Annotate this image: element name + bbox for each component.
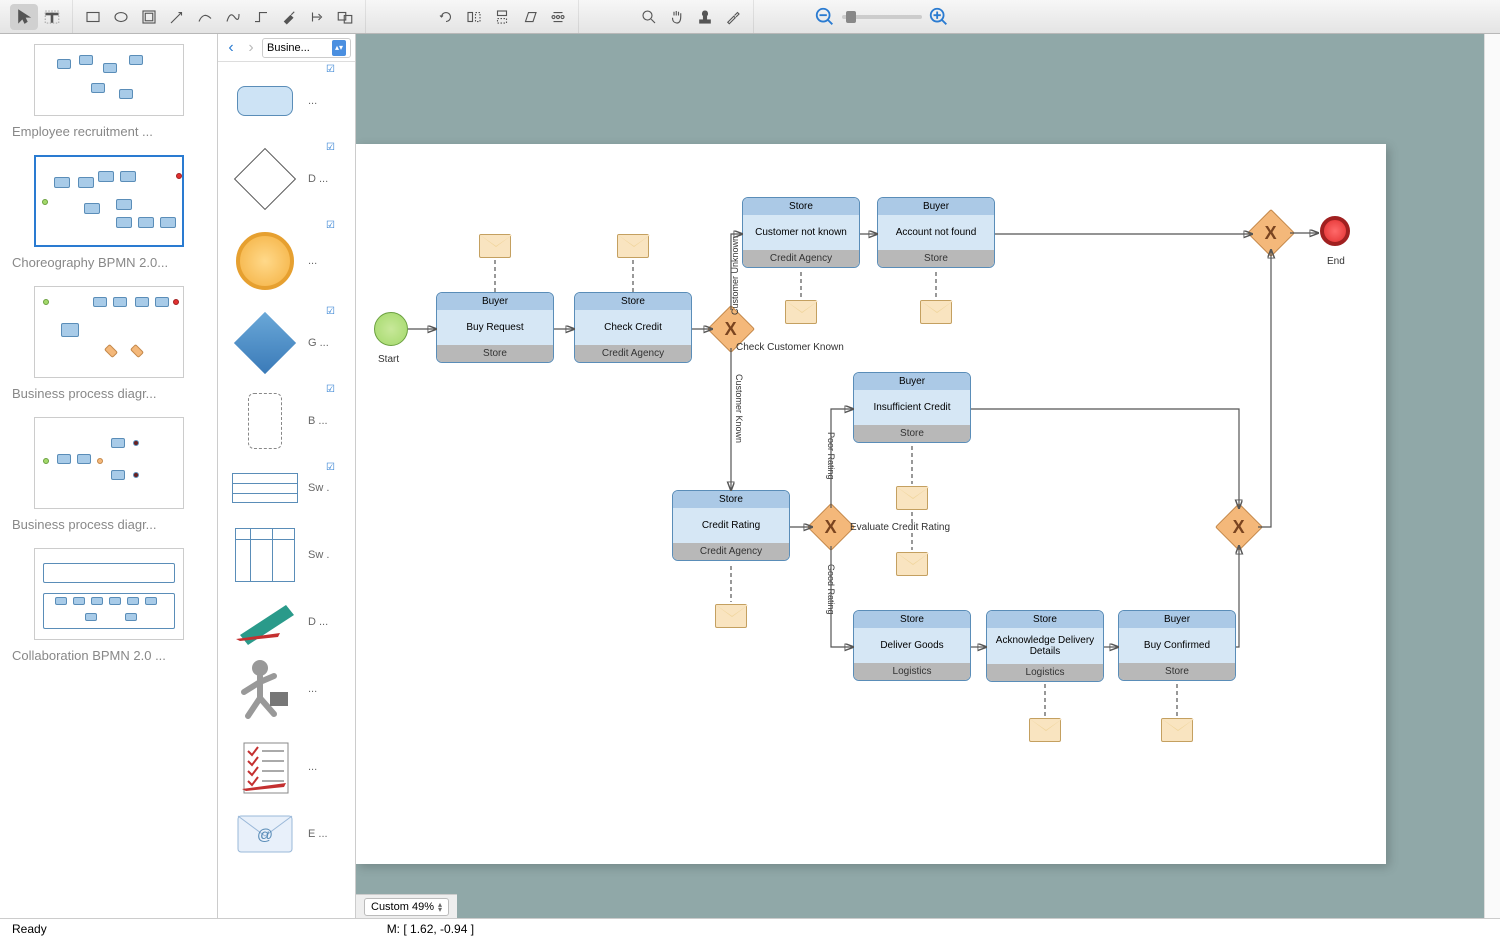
task-check-credit[interactable]: Store Check Credit Credit Agency bbox=[574, 292, 692, 363]
rect-tool[interactable] bbox=[79, 4, 107, 30]
task-credit-rating[interactable]: Store Credit Rating Credit Agency bbox=[672, 490, 790, 561]
task-deliver-goods[interactable]: Store Deliver Goods Logistics bbox=[853, 610, 971, 681]
diagram-canvas[interactable]: Start Buyer Buy Request Store Store Chec… bbox=[356, 144, 1386, 864]
thumbnail-item[interactable]: Collaboration BPMN 2.0 ... bbox=[0, 542, 217, 673]
thumbnail-label: Choreography BPMN 2.0... bbox=[12, 247, 205, 274]
shape-category-select[interactable]: Busine... ▴▾ bbox=[262, 38, 351, 58]
curve-tool[interactable] bbox=[219, 4, 247, 30]
shape-item[interactable]: G ... ☑ bbox=[218, 304, 355, 382]
edge-label-known: Customer Known bbox=[734, 374, 744, 443]
shape-item[interactable]: B ... ☑ bbox=[218, 382, 355, 460]
task-buy-confirmed[interactable]: Buyer Buy Confirmed Store bbox=[1118, 610, 1236, 681]
gateway-merge-2[interactable]: X bbox=[1247, 209, 1295, 257]
message-icon[interactable] bbox=[896, 552, 928, 576]
rotate-tool[interactable] bbox=[432, 4, 460, 30]
gateway-label: Evaluate Credit Rating bbox=[850, 522, 950, 533]
zoom-tool[interactable] bbox=[635, 4, 663, 30]
distribute-tool[interactable] bbox=[544, 4, 572, 30]
task-account-not-found[interactable]: Buyer Account not found Store bbox=[877, 197, 995, 268]
message-icon[interactable] bbox=[715, 604, 747, 628]
arrow-tool[interactable] bbox=[163, 4, 191, 30]
vertical-scrollbar[interactable] bbox=[1484, 34, 1500, 918]
thumbnail-item[interactable]: Business process diagr... bbox=[0, 280, 217, 411]
canvas-bottom-bar: Custom 49% ▴▾ bbox=[356, 894, 457, 918]
task-insufficient-credit[interactable]: Buyer Insufficient Credit Store bbox=[853, 372, 971, 443]
ellipse-tool[interactable] bbox=[107, 4, 135, 30]
canvas-area[interactable]: Start Buyer Buy Request Store Store Chec… bbox=[356, 34, 1484, 918]
check-icon: ☑ bbox=[326, 220, 335, 231]
anchor-tool[interactable] bbox=[303, 4, 331, 30]
check-icon: ☑ bbox=[326, 142, 335, 153]
check-icon: ☑ bbox=[326, 64, 335, 75]
gateway-evaluate-credit[interactable]: X bbox=[807, 503, 855, 551]
task-ack-delivery[interactable]: Store Acknowledge Delivery Details Logis… bbox=[986, 610, 1104, 682]
group-tool[interactable] bbox=[331, 4, 359, 30]
main-toolbar bbox=[0, 0, 1500, 34]
shape-item[interactable]: @ E ... bbox=[218, 806, 355, 862]
gateway-label: Check Customer Known bbox=[736, 342, 844, 353]
message-icon[interactable] bbox=[1029, 718, 1061, 742]
shape-item[interactable]: ... ☑ bbox=[218, 218, 355, 304]
zoom-in-button[interactable] bbox=[928, 6, 950, 28]
text-tool[interactable] bbox=[38, 4, 66, 30]
zoom-level-select[interactable]: Custom 49% ▴▾ bbox=[364, 898, 449, 916]
flip-v-tool[interactable] bbox=[488, 4, 516, 30]
brush-tool[interactable] bbox=[275, 4, 303, 30]
message-icon[interactable] bbox=[1161, 718, 1193, 742]
check-icon: ☑ bbox=[326, 462, 335, 473]
pan-tool[interactable] bbox=[663, 4, 691, 30]
gateway-merge-1[interactable]: X bbox=[1215, 503, 1263, 551]
shapes-panel: ‹ › Busine... ▴▾ ... ☑ D ... ☑ ... ☑ bbox=[218, 34, 356, 918]
thumbnail-label: Employee recruitment ... bbox=[12, 116, 205, 143]
message-icon[interactable] bbox=[617, 234, 649, 258]
shape-item[interactable]: Sw . ☑ bbox=[218, 460, 355, 516]
check-icon: ☑ bbox=[326, 306, 335, 317]
shape-item[interactable]: D ... ☑ bbox=[218, 140, 355, 218]
pen-tool[interactable] bbox=[191, 4, 219, 30]
thumbnail-label: Business process diagr... bbox=[12, 509, 205, 536]
flip-h-tool[interactable] bbox=[460, 4, 488, 30]
thumbnail-label: Business process diagr... bbox=[12, 378, 205, 405]
zoom-slider-thumb[interactable] bbox=[846, 11, 856, 23]
zoom-slider[interactable] bbox=[842, 15, 922, 19]
message-icon[interactable] bbox=[785, 300, 817, 324]
shapes-forward-button[interactable]: › bbox=[242, 39, 260, 57]
status-mouse: M: [ 1.62, -0.94 ] bbox=[387, 922, 474, 936]
connector-tool[interactable] bbox=[247, 4, 275, 30]
check-icon: ☑ bbox=[326, 384, 335, 395]
end-label: End bbox=[1327, 256, 1345, 267]
shape-item[interactable]: ... bbox=[218, 728, 355, 806]
pointer-tool[interactable] bbox=[10, 4, 38, 30]
start-label: Start bbox=[378, 354, 399, 365]
thumbnail-label: Collaboration BPMN 2.0 ... bbox=[12, 640, 205, 667]
stamp-tool[interactable] bbox=[691, 4, 719, 30]
category-label: Busine... bbox=[267, 42, 310, 54]
shapes-back-button[interactable]: ‹ bbox=[222, 39, 240, 57]
eyedropper-tool[interactable] bbox=[719, 4, 747, 30]
shear-tool[interactable] bbox=[516, 4, 544, 30]
start-event[interactable] bbox=[374, 312, 408, 346]
edge-label-good: Good Rating bbox=[826, 564, 836, 615]
thumbnail-item[interactable]: Choreography BPMN 2.0... bbox=[0, 149, 217, 280]
thumbnails-panel: Employee recruitment ... Choreography BP… bbox=[0, 34, 218, 918]
edge-label-unknown: Customer Unknown bbox=[730, 236, 740, 315]
svg-text:@: @ bbox=[257, 827, 273, 844]
edge-label-poor: Poor Rating bbox=[826, 432, 836, 480]
message-icon[interactable] bbox=[479, 234, 511, 258]
status-bar: Ready M: [ 1.62, -0.94 ] bbox=[0, 918, 1500, 938]
status-ready: Ready bbox=[12, 922, 47, 936]
task-customer-not-known[interactable]: Store Customer not known Credit Agency bbox=[742, 197, 860, 268]
zoom-out-button[interactable] bbox=[814, 6, 836, 28]
container-tool[interactable] bbox=[135, 4, 163, 30]
shape-item[interactable]: ... ☑ bbox=[218, 62, 355, 140]
thumbnail-item[interactable]: Employee recruitment ... bbox=[0, 38, 217, 149]
message-icon[interactable] bbox=[896, 486, 928, 510]
shape-item[interactable]: ... bbox=[218, 650, 355, 728]
end-event[interactable] bbox=[1320, 216, 1350, 246]
shape-item[interactable]: D ... bbox=[218, 594, 355, 650]
shape-item[interactable]: Sw . bbox=[218, 516, 355, 594]
message-icon[interactable] bbox=[920, 300, 952, 324]
thumbnail-item[interactable]: Business process diagr... bbox=[0, 411, 217, 542]
task-buy-request[interactable]: Buyer Buy Request Store bbox=[436, 292, 554, 363]
